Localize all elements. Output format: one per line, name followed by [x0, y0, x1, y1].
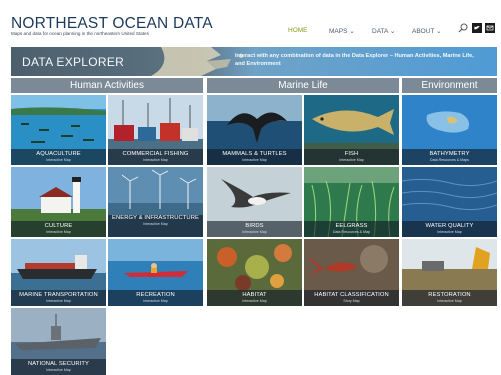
tile-water-quality[interactable]: WATER QUALITY Interactive Map	[402, 167, 497, 237]
banner-description: Interact with any combination of data in…	[235, 53, 474, 67]
tile-subtitle: Interactive Map	[46, 368, 71, 372]
tile-caption: NATIONAL SECURITY Interactive Map	[11, 359, 106, 375]
tile-subtitle: Interactive Map	[143, 158, 168, 162]
tile-caption: MARINE TRANSPORTATION Interactive Map	[11, 290, 106, 306]
nav-maps[interactable]: MAPS ⌄	[329, 27, 355, 35]
nav-about[interactable]: ABOUT ⌄	[412, 27, 442, 35]
tile-marine-transportation[interactable]: MARINE TRANSPORTATION Interactive Map	[11, 239, 106, 306]
nav-home[interactable]: HOME	[288, 27, 308, 34]
tile-subtitle: Data Resources & Map	[332, 230, 371, 234]
tile-fish[interactable]: FISH Interactive Map	[304, 95, 399, 165]
tile-title: ENERGY & INFRASTRUCTURE	[112, 215, 199, 221]
tile-energy-infrastructure[interactable]: ENERGY & INFRASTRUCTURE Interactive Map	[108, 167, 203, 237]
tile-title: RESTORATION	[428, 292, 471, 298]
tile-caption: BATHYMETRY Data Resources & Maps	[402, 149, 497, 165]
tile-title: HABITAT	[242, 292, 267, 298]
tile-title: CULTURE	[44, 223, 73, 229]
tile-title: EELGRASS	[335, 223, 368, 229]
tile-title: BIRDS	[245, 223, 264, 229]
site-header: NORTHEAST OCEAN DATA Maps and data for o…	[0, 0, 501, 44]
tile-title: COMMERCIAL FISHING	[122, 151, 189, 157]
tile-subtitle: Interactive Map	[46, 158, 71, 162]
tile-title: MAMMALS & TURTLES	[222, 151, 287, 157]
tile-eelgrass[interactable]: EELGRASS Data Resources & Map	[304, 167, 399, 237]
tile-title: AQUACULTURE	[36, 151, 81, 157]
tile-title: HABITAT CLASSIFICATION	[314, 292, 389, 298]
tile-caption: EELGRASS Data Resources & Map	[304, 221, 399, 237]
tile-subtitle: Interactive Map	[242, 299, 267, 303]
tile-subtitle: Interactive Map	[46, 299, 71, 303]
site-logo-subtitle: Maps and data for ocean planning in the …	[11, 31, 149, 36]
tile-caption: BIRDS Interactive Map	[207, 221, 302, 237]
tile-restoration[interactable]: RESTORATION Interactive Map	[402, 239, 497, 306]
tile-title: BATHYMETRY	[429, 151, 470, 157]
tile-title: WATER QUALITY	[425, 223, 474, 229]
tile-subtitle: Interactive Map	[143, 299, 168, 303]
tile-title: MARINE TRANSPORTATION	[19, 292, 98, 298]
nav-data[interactable]: DATA ⌄	[372, 27, 395, 35]
tile-birds[interactable]: BIRDS Interactive Map	[207, 167, 302, 237]
tile-subtitle: Interactive Map	[242, 230, 267, 234]
tile-subtitle: Interactive Map	[437, 230, 462, 234]
section-human-activities: Human Activities	[11, 78, 203, 93]
tile-title: FISH	[344, 151, 359, 157]
tile-caption: ENERGY & INFRASTRUCTURE Interactive Map	[108, 215, 203, 237]
tile-subtitle: Interactive Map	[437, 299, 462, 303]
tile-subtitle: Data Resources & Maps	[430, 158, 469, 162]
tile-aquaculture[interactable]: AQUACULTURE Interactive Map	[11, 95, 106, 165]
tile-caption: WATER QUALITY Interactive Map	[402, 221, 497, 237]
tile-caption: MAMMALS & TURTLES Interactive Map	[207, 149, 302, 165]
tile-caption: AQUACULTURE Interactive Map	[11, 149, 106, 165]
tile-mammals-turtles[interactable]: MAMMALS & TURTLES Interactive Map	[207, 95, 302, 165]
section-marine-life: Marine Life	[207, 78, 399, 93]
tile-caption: HABITAT CLASSIFICATION Story Map	[304, 290, 399, 306]
tile-habitat-classification[interactable]: HABITAT CLASSIFICATION Story Map	[304, 239, 399, 306]
tile-culture[interactable]: CULTURE Interactive Map	[11, 167, 106, 237]
tile-title: NATIONAL SECURITY	[28, 361, 89, 367]
search-icon[interactable]	[458, 23, 468, 33]
tile-bathymetry[interactable]: BATHYMETRY Data Resources & Maps	[402, 95, 497, 165]
tile-subtitle: Interactive Map	[339, 158, 364, 162]
tile-caption: RECREATION Interactive Map	[108, 290, 203, 306]
email-icon[interactable]	[485, 23, 495, 33]
tile-habitat[interactable]: HABITAT Interactive Map	[207, 239, 302, 306]
tile-recreation[interactable]: RECREATION Interactive Map	[108, 239, 203, 306]
tile-commercial-fishing[interactable]: COMMERCIAL FISHING Interactive Map	[108, 95, 203, 165]
tile-caption: CULTURE Interactive Map	[11, 221, 106, 237]
tile-caption: COMMERCIAL FISHING Interactive Map	[108, 149, 203, 165]
section-environment: Environment	[402, 78, 497, 93]
tile-caption: RESTORATION Interactive Map	[402, 290, 497, 306]
tile-subtitle: Interactive Map	[46, 230, 71, 234]
tile-caption: HABITAT Interactive Map	[207, 290, 302, 306]
tile-subtitle: Interactive Map	[143, 222, 168, 226]
twitter-icon[interactable]	[472, 23, 482, 33]
tile-title: RECREATION	[136, 292, 175, 298]
tile-national-security[interactable]: NATIONAL SECURITY Interactive Map	[11, 308, 106, 375]
banner-title: DATA EXPLORER	[22, 55, 125, 69]
tile-subtitle: Interactive Map	[242, 158, 267, 162]
tile-subtitle: Story Map	[343, 299, 360, 303]
data-explorer-banner[interactable]: DATA EXPLORER Interact with any combinat…	[11, 47, 497, 76]
tile-caption: FISH Interactive Map	[304, 149, 399, 165]
